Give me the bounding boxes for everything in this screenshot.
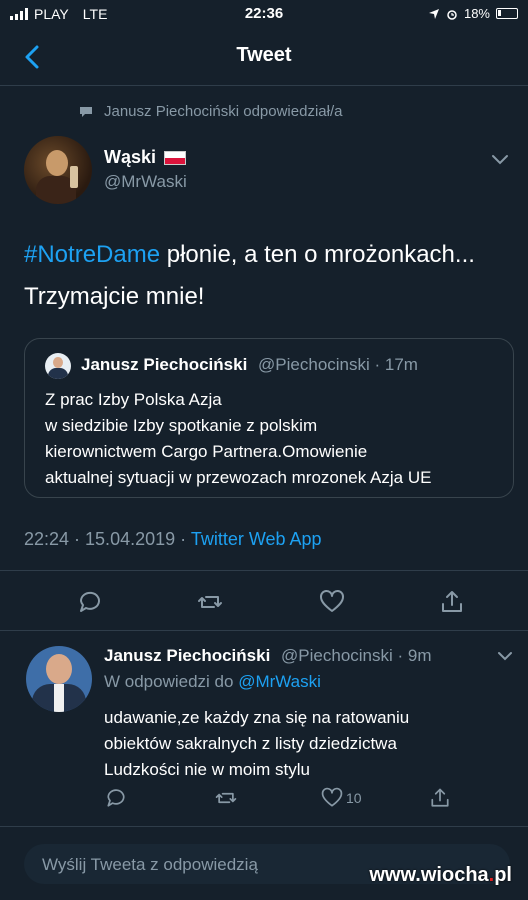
reply-context[interactable]: Janusz Piechociński odpowiedział/a (78, 103, 342, 120)
author-name: Wąski (104, 147, 157, 167)
watermark-site: www.wiocha (369, 864, 489, 886)
quoted-line: aktualnej sytuacji w przewozach mrozonek… (45, 468, 432, 487)
reply-author-avatar[interactable] (26, 646, 92, 712)
tweet-text-line2: Trzymajcie mnie! (24, 283, 205, 310)
quoted-author-name: Janusz Piechociński (81, 355, 248, 374)
status-bar: PLAY LTE 22:36 18% (0, 0, 528, 30)
quoted-line: kierownictwem Cargo Partnera.Omowienie (45, 442, 368, 461)
location-icon (428, 8, 439, 19)
quoted-line: w siedzibie Izby spotkanie z polskim (45, 416, 318, 435)
reply-to-line: W odpowiedzi do @MrWaski (104, 672, 321, 692)
reply-header: Janusz Piechociński @Piechocinski · 9m (104, 646, 432, 666)
share-icon[interactable] (438, 588, 466, 616)
source-app-link[interactable]: Twitter Web App (191, 529, 322, 549)
reply-icon[interactable] (76, 588, 104, 616)
speech-bubble-icon (80, 106, 92, 117)
author-handle[interactable]: @MrWaski (104, 172, 187, 192)
reply-to-mention[interactable]: @MrWaski (238, 672, 321, 691)
timestamp-text: 22:24 · 15.04.2019 · (24, 529, 191, 549)
reply-icon[interactable] (104, 786, 128, 810)
compose-placeholder: Wyślij Tweeta z odpowiedzią (42, 855, 258, 874)
quoted-tweet-card[interactable]: Janusz Piechociński @Piechocinski · 17m … (24, 338, 514, 498)
like-icon[interactable] (318, 588, 346, 616)
retweet-icon[interactable] (214, 786, 238, 810)
author-name-row[interactable]: Wąski (104, 147, 187, 168)
quoted-author-avatar (45, 353, 71, 379)
author-avatar[interactable] (24, 136, 92, 204)
like-count: 10 (346, 790, 362, 806)
quoted-tweet-header: Janusz Piechociński @Piechocinski · 17m (81, 355, 418, 375)
reply-text: udawanie,ze każdy zna się na ratowaniu o… (104, 705, 504, 783)
quoted-author-handle: @Piechocinski · 17m (258, 355, 418, 374)
reply-line: udawanie,ze każdy zna się na ratowaniu (104, 708, 410, 727)
quoted-tweet-text: Z prac Izby Polska Azja w siedzibie Izby… (45, 387, 505, 491)
tweet-text: #NotreDame płonie, a ten o mrożonkach...… (24, 234, 514, 318)
alarm-icon (447, 9, 457, 20)
status-right: 18% (428, 6, 518, 21)
reply-line: Ludzkości nie w moim stylu (104, 760, 310, 779)
page-title: Tweet (236, 44, 292, 66)
watermark-tld: pl (494, 864, 512, 886)
tweet-text-line1: #NotreDame płonie, a ten o mrożonkach... (24, 234, 514, 276)
like-icon[interactable] (320, 786, 344, 810)
retweet-icon[interactable] (196, 588, 224, 616)
tweet-text-rest: płonie, a ten o mrożonkach... (160, 241, 475, 268)
reply-line: obiektów sakralnych z listy dziedzictwa (104, 734, 397, 753)
reply-context-text: Janusz Piechociński odpowiedział/a (104, 103, 343, 120)
reply-author-name[interactable]: Janusz Piechociński (104, 646, 270, 665)
battery-icon (496, 8, 518, 19)
divider (0, 630, 528, 631)
reply-author-handle: @Piechocinski · 9m (281, 646, 432, 665)
chevron-down-icon[interactable] (490, 152, 510, 166)
hashtag-link[interactable]: #NotreDame (24, 241, 160, 268)
chevron-down-icon[interactable] (496, 650, 514, 662)
poland-flag-icon (164, 150, 187, 165)
battery-percent: 18% (463, 6, 490, 21)
nav-bar: Tweet (0, 30, 528, 86)
divider (0, 570, 528, 571)
share-icon[interactable] (428, 786, 452, 810)
quoted-line: Z prac Izby Polska Azja (45, 390, 222, 409)
divider (0, 826, 528, 827)
tweet-timestamp: 22:24 · 15.04.2019 · Twitter Web App (24, 529, 322, 550)
watermark: www.wiocha.pl (369, 864, 512, 887)
reply-to-prefix: W odpowiedzi do (104, 672, 239, 691)
